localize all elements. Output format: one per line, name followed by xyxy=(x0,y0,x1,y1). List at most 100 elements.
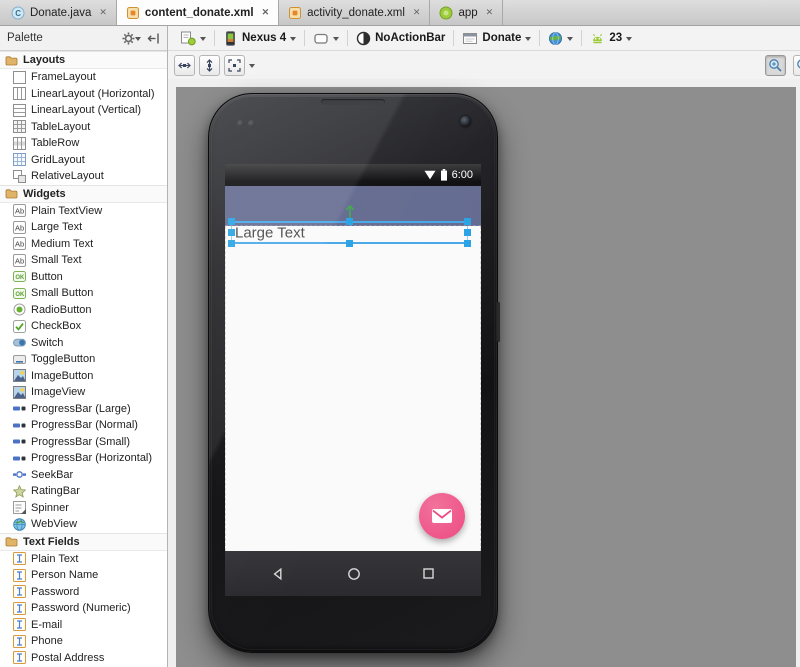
chevron-down-icon xyxy=(626,37,632,41)
zoom-toolbar: 1:1 xyxy=(168,51,800,79)
palette-item-password-numeric[interactable]: Password (Numeric) xyxy=(0,600,167,617)
zoom-in-button[interactable] xyxy=(765,55,786,76)
palette-item-plain-textview[interactable]: AbPlain TextView xyxy=(0,203,167,220)
palette-item-seekbar[interactable]: SeekBar xyxy=(0,467,167,484)
palette-item-linearlayout-horizontal[interactable]: LinearLayout (Horizontal) xyxy=(0,86,167,103)
switch-icon xyxy=(13,336,26,349)
palette-item-imagebutton[interactable]: ImageButton xyxy=(0,368,167,385)
palette-item-label: ProgressBar (Normal) xyxy=(31,419,138,431)
resize-handle[interactable] xyxy=(464,218,471,225)
editor-tab[interactable]: app✕ xyxy=(430,0,503,25)
palette-item-switch[interactable]: Switch xyxy=(0,335,167,352)
fab-widget[interactable] xyxy=(419,493,465,539)
relative-layout-icon xyxy=(13,170,26,183)
palette-item-tablelayout[interactable]: TableLayout xyxy=(0,119,167,136)
palette-item-imageview[interactable]: ImageView xyxy=(0,384,167,401)
activity-selector[interactable]: Donate xyxy=(454,26,539,50)
svg-text:Ab: Ab xyxy=(15,240,24,249)
palette-item-small-text[interactable]: Ab Small Text xyxy=(0,252,167,269)
close-icon[interactable]: ✕ xyxy=(99,7,107,18)
palette-item-relativelayout[interactable]: RelativeLayout xyxy=(0,168,167,185)
palette-item-ratingbar[interactable]: RatingBar xyxy=(0,483,167,500)
palette-item-label: TableRow xyxy=(31,137,79,149)
palette-item-button[interactable]: OKButton xyxy=(0,269,167,286)
resize-handle[interactable] xyxy=(464,229,471,236)
theme-selector[interactable]: NoActionBar xyxy=(348,26,453,50)
palette-item-label: Small Text xyxy=(31,254,82,266)
device-screen[interactable]: 6:00 Large Text xyxy=(225,164,481,596)
resize-handle[interactable] xyxy=(228,240,235,247)
layout-content-area[interactable]: Large Text xyxy=(225,226,481,551)
resize-handle[interactable] xyxy=(346,218,353,225)
palette-item-small-button[interactable]: OKSmall Button xyxy=(0,285,167,302)
palette-item-password[interactable]: Password xyxy=(0,584,167,601)
close-icon[interactable]: ✕ xyxy=(413,7,421,18)
grid-layout-icon xyxy=(13,153,26,166)
device-label: Nexus 4 xyxy=(242,32,286,44)
chevron-down-icon xyxy=(333,37,339,41)
palette-item-progressbar-horizontal[interactable]: ProgressBar (Horizontal) xyxy=(0,450,167,467)
expand-horizontal-button[interactable] xyxy=(174,55,195,76)
palette-item-progressbar-normal[interactable]: ProgressBar (Normal) xyxy=(0,417,167,434)
image-button-icon xyxy=(13,369,26,382)
palette-item-radiobutton[interactable]: RadioButton xyxy=(0,302,167,319)
close-icon[interactable]: ✕ xyxy=(486,7,494,18)
resize-handle[interactable] xyxy=(228,229,235,236)
chevron-down-icon xyxy=(290,37,296,41)
palette-item-label: Medium Text xyxy=(31,238,93,250)
device-selector[interactable]: Nexus 4 xyxy=(215,26,304,50)
palette-item-label: ImageButton xyxy=(31,370,93,382)
palette-item-tablerow[interactable]: TableRow xyxy=(0,135,167,152)
palette-item-spinner[interactable]: Spinner xyxy=(0,500,167,517)
textview-icon: Ab xyxy=(13,254,26,267)
palette-item-framelayout[interactable]: FrameLayout xyxy=(0,69,167,86)
palette-item-label: ProgressBar (Horizontal) xyxy=(31,452,152,464)
svg-text:C: C xyxy=(15,9,21,18)
editor-tab[interactable]: content_donate.xml✕ xyxy=(117,0,279,25)
progress-icon xyxy=(13,435,26,448)
section-label: Widgets xyxy=(23,188,66,200)
palette-item-togglebutton[interactable]: ToggleButton xyxy=(0,351,167,368)
palette-item-person-name[interactable]: Person Name xyxy=(0,567,167,584)
api-version-selector[interactable]: 23 xyxy=(582,26,640,50)
palette-item-webview[interactable]: WebView xyxy=(0,516,167,533)
palette-section-header[interactable]: Widgets xyxy=(0,185,167,203)
resize-handle[interactable] xyxy=(346,240,353,247)
gear-icon[interactable] xyxy=(122,32,135,45)
design-surface-selector[interactable] xyxy=(172,26,214,50)
editor-tab[interactable]: CDonate.java✕ xyxy=(2,0,117,25)
status-bar: 6:00 xyxy=(225,164,481,186)
selected-textview-widget[interactable]: Large Text xyxy=(231,221,468,244)
webview-icon xyxy=(13,518,26,531)
palette-item-plain-text[interactable]: Plain Text xyxy=(0,551,167,568)
orientation-selector[interactable] xyxy=(305,26,347,50)
palette-item-checkbox[interactable]: CheckBox xyxy=(0,318,167,335)
palette-item-progressbar-large[interactable]: ProgressBar (Large) xyxy=(0,401,167,418)
phone-power-button xyxy=(497,302,500,342)
palette-item-gridlayout[interactable]: GridLayout xyxy=(0,152,167,169)
palette-item-large-text[interactable]: AbLarge Text xyxy=(0,219,167,236)
palette-item-phone[interactable]: Phone xyxy=(0,633,167,650)
zoom-to-fit-button[interactable] xyxy=(224,55,245,76)
palette-item-medium-text[interactable]: Ab Medium Text xyxy=(0,236,167,253)
palette-item-postal-address[interactable]: Postal Address xyxy=(0,650,167,667)
resize-handle[interactable] xyxy=(464,240,471,247)
hide-panel-icon[interactable] xyxy=(147,32,160,45)
palette-section-header[interactable]: Text Fields xyxy=(0,533,167,551)
palette-list: LayoutsFrameLayoutLinearLayout (Horizont… xyxy=(0,51,167,667)
palette-item-linearlayout-vertical[interactable]: LinearLayout (Vertical) xyxy=(0,102,167,119)
resize-handle[interactable] xyxy=(228,218,235,225)
zoom-actual-size-button[interactable]: 1:1 xyxy=(793,55,800,76)
textview-text: Large Text xyxy=(235,224,305,241)
palette-item-progressbar-small[interactable]: ProgressBar (Small) xyxy=(0,434,167,451)
design-stage[interactable]: 6:00 Large Text xyxy=(176,87,796,667)
design-canvas[interactable]: 6:00 Large Text xyxy=(168,79,800,667)
palette-item-e-mail[interactable]: E-mail xyxy=(0,617,167,634)
svg-text:Ab: Ab xyxy=(15,256,24,265)
expand-vertical-button[interactable] xyxy=(199,55,220,76)
palette-header: Palette xyxy=(0,26,167,51)
palette-section-header[interactable]: Layouts xyxy=(0,51,167,69)
locale-selector[interactable] xyxy=(540,26,581,50)
close-icon[interactable]: ✕ xyxy=(262,7,270,18)
editor-tab[interactable]: activity_donate.xml✕ xyxy=(279,0,430,25)
